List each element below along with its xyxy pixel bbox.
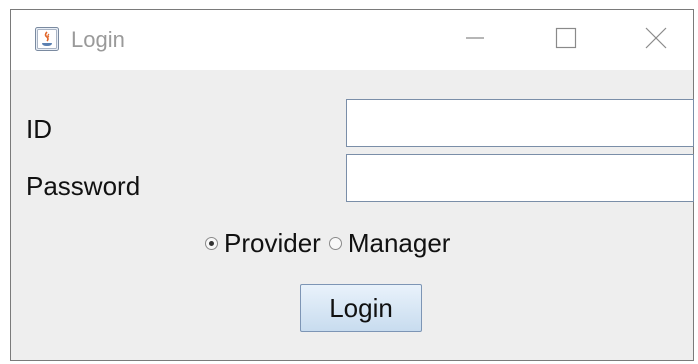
password-field[interactable] <box>346 154 694 202</box>
radio-provider[interactable]: Provider <box>205 228 321 259</box>
id-label: ID <box>26 114 52 144</box>
radio-manager[interactable]: Manager <box>328 228 451 259</box>
close-icon <box>645 27 667 54</box>
role-radio-group: Provider Manager <box>205 228 458 259</box>
minimize-icon <box>465 28 485 53</box>
radio-provider-button[interactable] <box>205 237 218 250</box>
minimize-button[interactable] <box>455 20 495 60</box>
close-button[interactable] <box>636 20 676 60</box>
radio-manager-label: Manager <box>347 228 451 258</box>
maximize-icon <box>555 27 577 54</box>
login-form: ID Password Provider Manager Login <box>11 70 694 360</box>
login-window: Login ID Password Provider Manager Login <box>10 9 694 361</box>
radio-provider-label: Provider <box>224 228 321 258</box>
java-icon <box>35 27 59 51</box>
title-bar[interactable]: Login <box>11 10 693 70</box>
id-field[interactable] <box>346 99 694 147</box>
window-title: Login <box>71 27 125 52</box>
login-button[interactable]: Login <box>300 284 422 332</box>
radio-manager-button[interactable] <box>328 237 342 250</box>
password-label: Password <box>26 171 141 201</box>
maximize-button[interactable] <box>546 20 586 60</box>
